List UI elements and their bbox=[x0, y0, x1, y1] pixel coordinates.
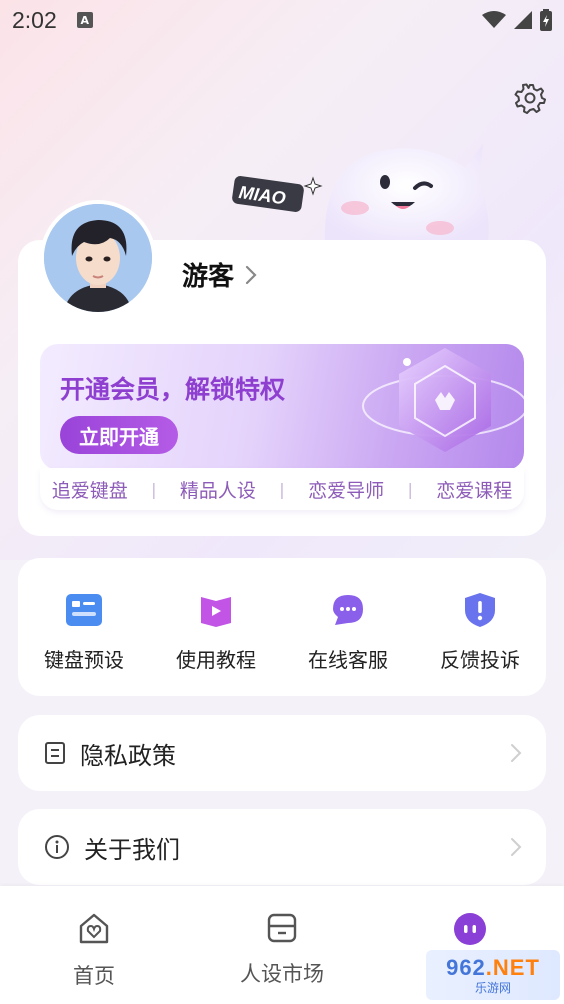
tool-feedback[interactable]: 反馈投诉 bbox=[420, 590, 540, 696]
about-us-row[interactable]: 关于我们 bbox=[18, 809, 546, 885]
profile-face-icon bbox=[454, 913, 486, 945]
status-bar: 2:02 A bbox=[0, 0, 564, 40]
home-heart-icon bbox=[79, 913, 109, 944]
avatar[interactable] bbox=[40, 200, 156, 316]
feature-separator: | bbox=[279, 479, 285, 499]
keyboard-preset-icon bbox=[64, 590, 104, 630]
tool-tutorial[interactable]: 使用教程 bbox=[156, 590, 276, 696]
menu-label: 隐私政策 bbox=[80, 741, 176, 770]
vip-feature-item: 精品人设 bbox=[179, 479, 256, 502]
tool-label: 在线客服 bbox=[308, 648, 388, 672]
tutorial-play-icon bbox=[196, 590, 236, 630]
status-icons bbox=[482, 9, 552, 31]
menu-label: 关于我们 bbox=[84, 835, 180, 864]
feature-separator: | bbox=[151, 479, 157, 499]
chat-bubble-icon bbox=[328, 590, 368, 630]
privacy-policy-row[interactable]: 隐私政策 bbox=[18, 715, 546, 791]
signal-icon bbox=[514, 11, 532, 29]
mascot-illustration: MIAO bbox=[225, 138, 505, 248]
chevron-right-icon bbox=[245, 265, 257, 284]
vip-banner[interactable]: 开通会员，解锁特权 立即开通 bbox=[40, 344, 524, 470]
status-time: 2:02 bbox=[12, 6, 57, 33]
chevron-right-icon bbox=[511, 838, 522, 856]
tool-keyboard-preset[interactable]: 键盘预设 bbox=[24, 590, 144, 696]
notification-icon: A bbox=[76, 12, 93, 28]
market-box-icon bbox=[267, 913, 297, 943]
tab-market[interactable]: 人设市场 bbox=[207, 886, 357, 1004]
tools-card: 键盘预设 使用教程 在线客服 反馈投诉 bbox=[18, 558, 546, 696]
shield-alert-icon bbox=[460, 590, 500, 630]
vip-subscribe-button[interactable]: 立即开通 bbox=[60, 416, 178, 454]
username: 游客 bbox=[182, 262, 235, 292]
vip-features: 追爱键盘 | 精品人设 | 恋爱导师 | 恋爱课程 bbox=[40, 468, 524, 510]
tab-home[interactable]: 首页 bbox=[19, 886, 169, 1004]
document-icon bbox=[45, 742, 65, 764]
watermark-cn: 乐游网 bbox=[474, 980, 511, 995]
vip-title: 开通会员，解锁特权 bbox=[60, 375, 286, 404]
avatar-portrait bbox=[44, 204, 152, 312]
vip-feature-item: 恋爱课程 bbox=[436, 479, 513, 502]
tool-customer-service[interactable]: 在线客服 bbox=[288, 590, 408, 696]
watermark-brand: 962.NET bbox=[446, 954, 540, 980]
gear-icon bbox=[514, 83, 546, 114]
settings-button[interactable] bbox=[510, 78, 550, 118]
tab-label: 首页 bbox=[73, 964, 115, 988]
tool-label: 键盘预设 bbox=[44, 648, 124, 672]
battery-icon bbox=[540, 9, 552, 31]
wifi-icon bbox=[482, 11, 506, 28]
tab-label: 人设市场 bbox=[240, 962, 324, 986]
chevron-right-icon bbox=[511, 744, 522, 762]
vip-badge-icon bbox=[362, 348, 524, 452]
tool-label: 反馈投诉 bbox=[440, 648, 520, 672]
tool-label: 使用教程 bbox=[176, 648, 256, 672]
username-link[interactable]: 游客 bbox=[182, 256, 258, 293]
info-icon bbox=[45, 835, 69, 859]
vip-feature-item: 追爱键盘 bbox=[51, 479, 128, 502]
vip-feature-item: 恋爱导师 bbox=[308, 479, 385, 502]
feature-separator: | bbox=[407, 479, 413, 499]
site-watermark: 962.NET 乐游网 bbox=[426, 950, 560, 1000]
